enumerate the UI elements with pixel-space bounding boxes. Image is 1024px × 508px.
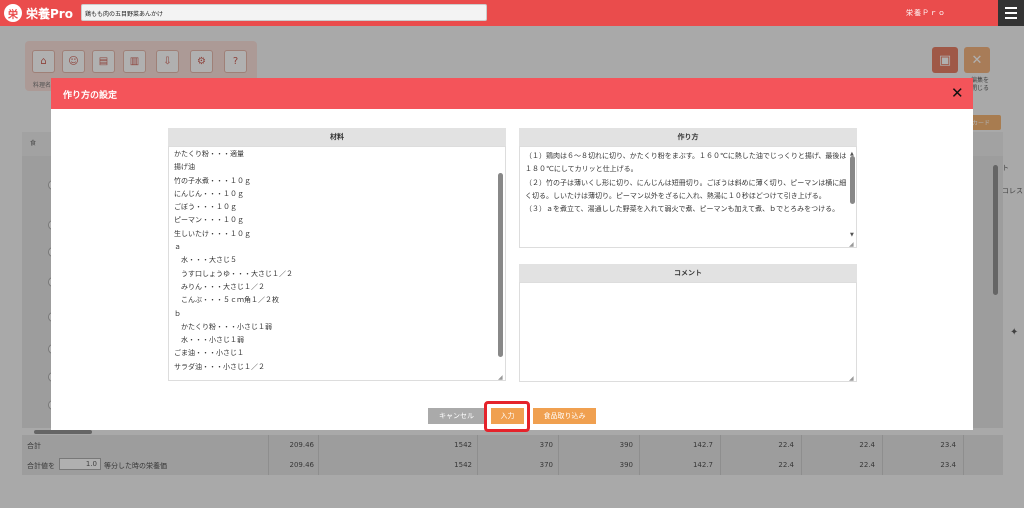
- ingredients-textarea[interactable]: かたくり粉・・・適量 揚げ油竹の子水煮・・・１０ｇ にんじん・・・１０ｇ ごぼう・・・…: [168, 146, 506, 381]
- dialog-header: 作り方の設定 ✕: [51, 78, 973, 109]
- ingredient-line: ｂ: [174, 309, 181, 318]
- comment-header: コメント: [519, 264, 857, 282]
- logo-text: 栄養Pro: [26, 6, 73, 21]
- ingredient-line: 揚げ油: [174, 163, 195, 172]
- ingredient-line: ａ: [174, 243, 181, 252]
- highlight-box: [484, 401, 530, 432]
- ingredients-header: 材料: [168, 128, 506, 146]
- ingredient-line: こんぶ・・・５ｃｍ角１／２枚: [174, 296, 279, 305]
- ingredient-line: 水・・・大さじ５: [174, 256, 237, 265]
- recipe-name-field[interactable]: 鶏もも肉の五目野菜あんかけ: [81, 4, 487, 21]
- ingredient-line: 竹の子水煮・・・１０ｇ: [174, 176, 251, 185]
- ingredient-line: 生しいたけ・・・１０ｇ: [174, 229, 251, 238]
- method-scrollbar[interactable]: [850, 156, 855, 204]
- ingredient-line: ごぼう・・・１０ｇ: [174, 203, 237, 212]
- top-bar: 栄 栄養Pro 鶏もも肉の五目野菜あんかけ 栄養Ｐｒｏ: [0, 0, 1024, 26]
- import-food-button[interactable]: 食品取り込み: [533, 408, 596, 424]
- resize-handle-icon[interactable]: ◢: [849, 238, 854, 247]
- comment-textarea[interactable]: ◢: [519, 282, 857, 382]
- close-icon[interactable]: ✕: [951, 86, 964, 101]
- app-logo[interactable]: 栄 栄養Pro: [4, 3, 73, 23]
- ingredient-line: かたくり粉・・・小さじ１弱: [174, 322, 272, 331]
- dialog-title: 作り方の設定: [63, 91, 118, 101]
- ingredient-line: うす口しょうゆ・・・大さじ１／２: [174, 269, 293, 278]
- recipe-method-dialog: 作り方の設定 ✕ 材料 かたくり粉・・・適量 揚げ油竹の子水煮・・・１０ｇ にんじん…: [51, 78, 973, 432]
- ingredients-list: かたくり粉・・・適量 揚げ油竹の子水煮・・・１０ｇ にんじん・・・１０ｇ ごぼう・・・…: [174, 148, 293, 374]
- ingredient-line: ごま油・・・小さじ１: [174, 349, 244, 358]
- ingredient-line: サラダ油・・・小さじ１／２: [174, 362, 265, 371]
- method-textarea[interactable]: （１）鶏肉は６～８切れに切り、かたくり粉をまぶす。１６０℃に熱した油でじっくりと…: [519, 146, 857, 248]
- ingredient-line: 水・・・小さじ１弱: [174, 336, 244, 345]
- ingredient-line: ピーマン・・・１０ｇ: [174, 216, 244, 225]
- resize-handle-icon[interactable]: ◢: [498, 371, 503, 380]
- app-name-label: 栄養Ｐｒｏ: [906, 9, 946, 17]
- hamburger-menu-icon[interactable]: [998, 0, 1024, 26]
- ingredient-line: かたくり粉・・・適量: [174, 150, 244, 158]
- ingredient-line: みりん・・・大さじ１／２: [174, 282, 265, 291]
- ingredients-scrollbar[interactable]: [498, 173, 503, 357]
- method-header: 作り方: [519, 128, 857, 146]
- method-text: （１）鶏肉は６～８切れに切り、かたくり粉をまぶす。１６０℃に熱した油でじっくりと…: [525, 152, 847, 214]
- resize-handle-icon[interactable]: ◢: [849, 372, 854, 381]
- ingredient-line: にんじん・・・１０ｇ: [174, 189, 244, 198]
- cancel-button[interactable]: キャンセル: [428, 408, 485, 424]
- logo-mark-icon: 栄: [4, 4, 22, 22]
